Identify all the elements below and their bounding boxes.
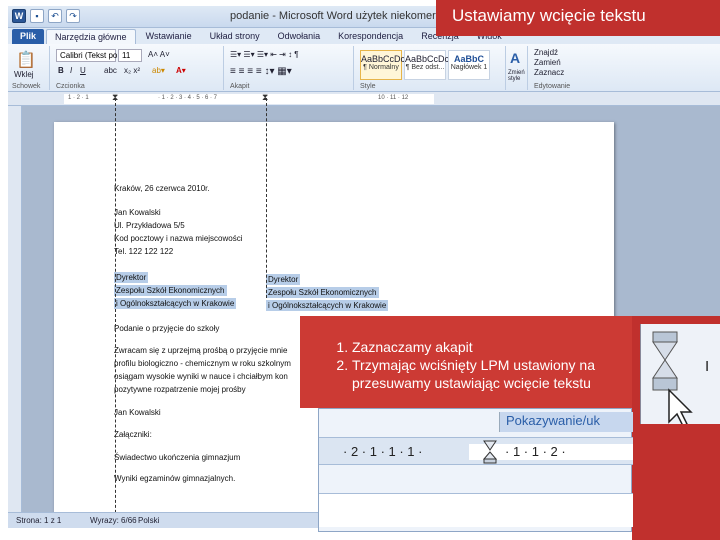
change-styles-icon[interactable]: A	[510, 50, 520, 66]
doc-line-selected: i Ogólnokształcących w Krakowie	[114, 298, 237, 309]
instructions-list: Zaznaczamy akapit Trzymając wciśnięty LP…	[322, 338, 595, 392]
ribbon: 📋 Wklej Schowek Calibri (Tekst po 11 A˄ …	[8, 44, 720, 92]
tab-insert[interactable]: Wstawianie	[138, 29, 200, 44]
strikethrough-icon[interactable]: abc	[104, 66, 117, 75]
doc-line: osiągam wysokie wyniki w nauce i chciałb…	[114, 372, 288, 381]
bullets-icon[interactable]: ☰▾ ☰▾ ☰▾ ⇤ ⇥ ↕ ¶	[230, 50, 299, 59]
group-label: Akapit	[230, 83, 250, 90]
replace-button[interactable]: Zamień	[534, 58, 561, 67]
group-clipboard: 📋 Wklej Schowek	[8, 46, 50, 90]
doc-line: Ul. Przykładowa 5/5	[114, 221, 185, 230]
tab-page-layout[interactable]: Układ strony	[202, 29, 268, 44]
group-change-styles: A Zmień style	[508, 46, 528, 90]
style-no-spacing[interactable]: AaBbCcDc ¶ Bez odst...	[404, 50, 449, 80]
instructions-box: Zaznaczamy akapit Trzymając wciśnięty LP…	[300, 316, 632, 408]
save-icon[interactable]: ▪	[30, 9, 44, 23]
instruction-step-continued: przesuwamy ustawiając wcięcie tekstu	[352, 375, 591, 391]
select-button[interactable]: Zaznacz	[534, 68, 564, 77]
doc-line: Kraków, 26 czerwca 2010r.	[114, 184, 210, 193]
ruler-tick-label: · 1 · 2 · 3 · 4 · 5 · 6 · 7	[158, 95, 218, 101]
vertical-ruler	[8, 106, 22, 512]
slide-title: Ustawiamy wcięcie tekstu	[436, 0, 720, 36]
ruler-tick-label: 1 · 2 · 1	[68, 95, 89, 101]
undo-icon[interactable]: ↶	[48, 9, 62, 23]
doc-line-indented: Zespołu Szkół Ekonomicznych	[266, 287, 379, 298]
doc-line: Świadectwo ukończenia gimnazjum	[114, 453, 241, 462]
find-button[interactable]: Znajdź	[534, 48, 558, 57]
doc-line: Tel. 122 122 122	[114, 247, 174, 256]
tab-file[interactable]: Plik	[12, 29, 45, 44]
font-size-select[interactable]: 11	[118, 49, 142, 62]
doc-line: Jan Kowalski	[114, 408, 161, 417]
doc-line-indented: Dyrektor	[266, 274, 301, 285]
bold-button[interactable]: B	[58, 66, 64, 75]
doc-line-selected: Dyrektor	[114, 272, 149, 283]
doc-line-selected: Zespołu Szkół Ekonomicznych	[114, 285, 227, 296]
style-normal[interactable]: AaBbCcDc ¶ Normalny	[360, 50, 405, 80]
page-count[interactable]: Strona: 1 z 1	[16, 516, 61, 525]
instruction-step: Zaznaczamy akapit	[352, 338, 595, 356]
group-paragraph: ☰▾ ☰▾ ☰▾ ⇤ ⇥ ↕ ¶ ≡ ≡ ≡ ≡ ↕▾ ▦▾ Akapit	[226, 46, 354, 90]
doc-line: Jan Kowalski	[114, 208, 161, 217]
underline-button[interactable]: U	[80, 66, 86, 75]
group-styles: AaBbCcDc ¶ Normalny AaBbCcDc ¶ Bez odst.…	[356, 46, 506, 90]
indent-marker-zoom: I	[640, 324, 720, 428]
paste-icon[interactable]: 📋	[16, 50, 36, 70]
tab-references[interactable]: Odwołania	[270, 29, 329, 44]
indent-guide-new	[266, 98, 267, 298]
group-label: Schowek	[12, 83, 41, 90]
italic-button[interactable]: I	[70, 66, 72, 75]
highlight-icon[interactable]: ab▾	[152, 66, 165, 75]
doc-line: Wyniki egzaminów gimnazjalnych.	[114, 474, 236, 483]
word-count[interactable]: Wyrazy: 6/66	[90, 516, 137, 525]
doc-line: Podanie o przyjęcie do szkoły	[114, 324, 220, 333]
quick-access-toolbar: W ▪ ↶ ↷	[12, 9, 80, 23]
indent-guide-original	[115, 98, 116, 528]
paste-button[interactable]: Wklej	[14, 70, 34, 79]
align-icons[interactable]: ≡ ≡ ≡ ≡ ↕▾ ▦▾	[230, 66, 292, 77]
doc-line: profilu biologiczno - chemicznym w roku …	[114, 359, 291, 368]
doc-line-indented: i Ogólnokształcących w Krakowie	[266, 300, 389, 311]
ruler-tick-label: · 2 · 1 · 1 · 1 ·	[343, 444, 423, 459]
word-logo-icon: W	[12, 9, 26, 23]
doc-line: Kod pocztowy i nazwa miejscowości	[114, 234, 243, 243]
grow-font-icon[interactable]: A˄ A˅	[148, 50, 170, 59]
text-cursor-icon: I	[705, 358, 710, 375]
group-label: Czcionka	[56, 83, 85, 90]
zoomed-ruler: · 2 · 1 · 1 · 1 · · 1 · 1 · 2 ·	[319, 437, 633, 465]
redo-icon[interactable]: ↷	[66, 9, 80, 23]
window-title: podanie - Microsoft Word użytek niekomer…	[230, 10, 461, 22]
subscript-icon[interactable]: x₂ x²	[124, 66, 140, 75]
language-indicator[interactable]: Polski	[138, 516, 159, 525]
show-hide-label: Pokazywanie/uk	[499, 412, 633, 432]
tab-mailings[interactable]: Korespondencja	[330, 29, 411, 44]
font-name-select[interactable]: Calibri (Tekst po	[56, 49, 117, 62]
group-label: Style	[360, 83, 376, 90]
indent-marker-icon[interactable]	[483, 440, 497, 464]
doc-line: pozytywne rozpatrzenie mojej prośby	[114, 385, 246, 394]
tab-home[interactable]: Narzędzia główne	[46, 29, 136, 44]
doc-line: Zwracam się z uprzejmą prośbą o przyjęci…	[114, 346, 288, 355]
mouse-pointer-icon	[668, 388, 693, 428]
style-heading-1[interactable]: AaBbC Nagłówek 1	[448, 50, 490, 80]
group-font: Calibri (Tekst po 11 A˄ A˅ B I U abc x₂ …	[52, 46, 224, 90]
group-label: Edytowanie	[534, 83, 571, 90]
instruction-step: Trzymając wciśnięty LPM ustawiony na	[352, 356, 595, 374]
ruler-zoom-inset: Pokazywanie/uk · 2 · 1 · 1 · 1 · · 1 · 1…	[318, 408, 633, 532]
font-color-icon[interactable]: A▾	[176, 66, 186, 75]
group-editing: Znajdź Zamień Zaznacz Edytowanie	[530, 46, 586, 90]
doc-line: Załączniki:	[114, 430, 152, 439]
ruler-tick-label: · 1 · 1 · 2 ·	[505, 444, 566, 459]
change-styles-button[interactable]: Zmień style	[508, 70, 528, 82]
ruler-tick-label: 10 · 11 · 12	[378, 95, 409, 101]
document-area-zoom	[319, 493, 633, 527]
